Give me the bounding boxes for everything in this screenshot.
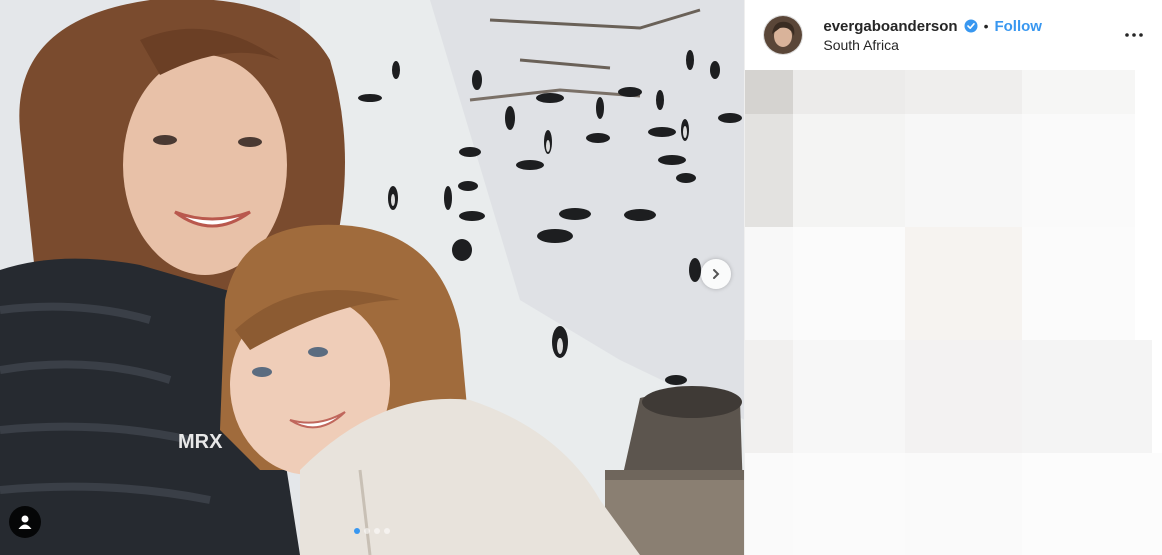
location-link[interactable]: South Africa xyxy=(823,37,1042,53)
post-image[interactable]: MRX xyxy=(0,0,745,555)
follow-button[interactable]: Follow xyxy=(994,18,1042,35)
pixelated-comments-area xyxy=(745,70,1162,555)
carousel-dot xyxy=(364,528,371,534)
instagram-post: MRX evergaboanderson • Follow South Afri… xyxy=(0,0,1162,555)
username-link[interactable]: evergaboanderson xyxy=(823,18,957,35)
post-sidebar: evergaboanderson • Follow South Africa xyxy=(744,0,1162,555)
username-row: evergaboanderson • Follow xyxy=(823,18,1042,35)
carousel-next-button[interactable] xyxy=(701,259,731,289)
carousel-dot xyxy=(374,528,381,534)
more-options-icon xyxy=(1125,33,1143,37)
svg-text:MRX: MRX xyxy=(178,431,223,453)
more-options-button[interactable] xyxy=(1122,27,1146,43)
post-meta: evergaboanderson • Follow South Africa xyxy=(823,18,1042,53)
carousel-dot xyxy=(384,528,391,534)
avatar-image xyxy=(764,16,803,54)
selfie-penguin-beach-photo: MRX xyxy=(0,0,745,555)
post-header: evergaboanderson • Follow South Africa xyxy=(745,0,1162,70)
chevron-right-icon xyxy=(713,269,720,279)
verified-badge-icon xyxy=(964,19,978,33)
carousel-dot xyxy=(354,528,361,534)
carousel-indicator xyxy=(0,528,744,534)
separator-dot: • xyxy=(983,18,989,34)
avatar[interactable] xyxy=(763,15,804,55)
